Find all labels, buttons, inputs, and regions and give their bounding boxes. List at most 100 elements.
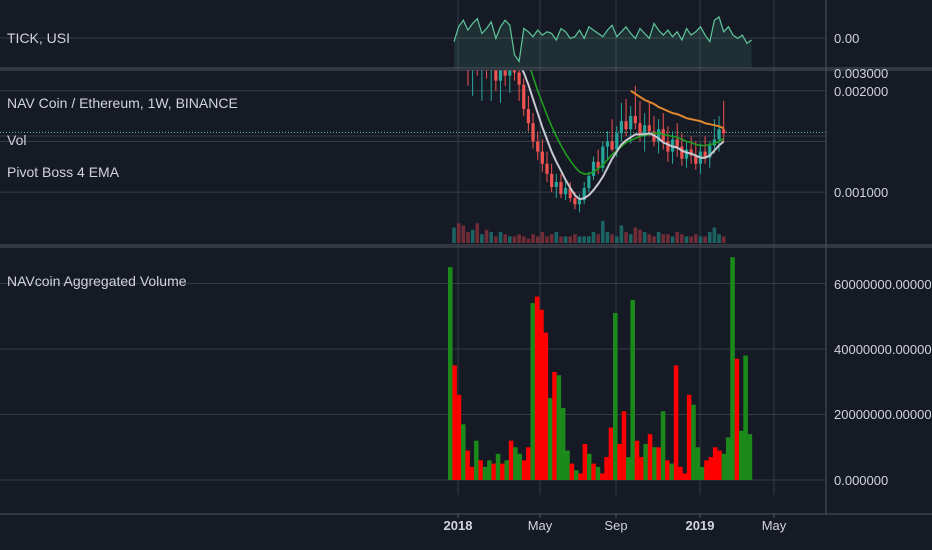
vol-bar	[452, 227, 456, 243]
aggregated-volume-bar	[448, 267, 453, 480]
candle-body	[550, 173, 554, 188]
vol-bar	[587, 236, 591, 243]
vol-bar	[647, 234, 652, 243]
tick-area-fill	[454, 16, 752, 68]
vol-bar	[652, 236, 656, 243]
vol-bar	[461, 225, 466, 243]
aggregated-volume-bar	[539, 309, 544, 480]
price-axis-label: 0.002000	[834, 84, 888, 99]
vol-bar	[512, 236, 517, 243]
candle-body	[610, 141, 614, 150]
indicator-ema-label[interactable]: Pivot Boss 4 EMA	[7, 164, 119, 180]
vol-bar	[684, 236, 689, 243]
aggregated-volume-bar	[500, 463, 505, 480]
candle-body	[619, 121, 623, 134]
aggregated-volume-bar	[465, 450, 470, 480]
indicator-vol-label[interactable]: Vol	[7, 132, 26, 148]
candle-body	[675, 139, 679, 147]
candle-body	[577, 200, 582, 205]
vol-bar	[494, 236, 498, 243]
aggregated-volume-bar	[569, 463, 575, 480]
candle-body	[452, 0, 455, 15]
aggregated-volume-bar	[573, 470, 579, 480]
vol-bar	[601, 221, 605, 243]
aggregated-volume-bar	[604, 457, 609, 480]
aggregated-volume-bar	[578, 473, 583, 480]
aggregated-volume-bar	[508, 440, 514, 480]
candle-body	[629, 116, 633, 130]
aggregated-volume-bar	[591, 463, 596, 480]
vol-bar	[484, 229, 489, 243]
candle-body	[680, 146, 684, 159]
time-axis-label: 2019	[686, 518, 715, 533]
vol-bar	[628, 234, 633, 243]
tick-pane-title: TICK, USI	[7, 30, 71, 46]
aggregated-volume-bar	[738, 430, 744, 480]
aggregated-volume-bar	[669, 463, 675, 480]
vol-bar	[573, 234, 577, 243]
candle-body	[531, 123, 535, 142]
vol-bar	[670, 236, 675, 243]
vol-bar	[680, 234, 684, 243]
aggregated-volume-bar	[521, 460, 527, 480]
aggregated-volume-bar	[600, 473, 605, 480]
vol-bar	[591, 232, 596, 243]
candle-body	[647, 125, 651, 132]
vol-bar	[517, 234, 521, 243]
aggregated-volume-bar	[487, 460, 492, 480]
aggregated-volume-bar	[656, 447, 661, 480]
aggregated-volume-bar	[704, 460, 709, 480]
aggregated-volume-bar	[734, 358, 740, 480]
aggregated-volume-bar	[626, 457, 631, 480]
time-axis-label: May	[762, 518, 787, 533]
vol-bar	[582, 236, 586, 243]
aggregated-volume-bar	[547, 398, 553, 480]
vol-bar	[717, 234, 721, 243]
candle-body	[522, 84, 526, 110]
vol-bar	[633, 227, 638, 243]
candle-body	[587, 175, 591, 189]
candle-body	[564, 188, 568, 195]
aggregated-volume-bar	[699, 466, 705, 480]
aggregated-volume-bar	[721, 453, 727, 480]
aggregated-volume-bar	[595, 466, 601, 480]
aggregated-volume-bar	[630, 299, 635, 480]
candle-body	[717, 129, 721, 140]
vol-bar	[568, 236, 573, 243]
aggregated-volume-bar	[504, 460, 509, 480]
time-axis[interactable]: 2018 May Sep 2019 May	[444, 514, 787, 533]
aggregated-volume-bar	[586, 453, 592, 480]
vol-bar	[610, 234, 614, 243]
aggregated-volume-bar	[474, 440, 479, 480]
vol-bar	[498, 232, 503, 243]
vol-bar	[619, 225, 624, 243]
vol-bar	[605, 232, 610, 243]
pane-separators[interactable]	[0, 0, 932, 515]
candle-body	[722, 129, 726, 134]
candle-body	[573, 198, 577, 205]
aggregated-volume-bar	[617, 443, 622, 480]
aggregated-volume-bar	[712, 447, 718, 480]
price-axis[interactable]: 0.00 0.001000 0.002000 0.003000 0.000000 2000…	[834, 31, 932, 488]
main-pane-title: NAV Coin / Ethereum, 1W, BINANCE	[7, 95, 238, 111]
aggregated-volume-bar	[491, 463, 496, 480]
price-axis-label: 0.003000	[834, 66, 888, 81]
aggregated-volume-bar	[660, 411, 666, 480]
aggregated-volume-bar	[647, 434, 653, 480]
vol-bar	[549, 234, 554, 243]
aggregated-volume-bar	[534, 296, 540, 480]
aggregated-volume-bar	[725, 437, 731, 480]
candle-body	[624, 121, 628, 130]
vol-bar	[689, 236, 693, 243]
candle-body	[605, 141, 610, 147]
aggregated-volume-bar	[691, 404, 696, 480]
vol-bar	[563, 236, 568, 243]
vol-bar	[694, 234, 698, 243]
vol-bar	[721, 236, 726, 243]
aggregated-volume-bar	[478, 460, 483, 480]
vol-bar	[521, 236, 526, 243]
candle-body	[540, 151, 544, 164]
volume-axis-label: 40000000.000000	[834, 342, 932, 357]
candle-body	[633, 116, 637, 124]
aggregated-volume-bar	[717, 450, 722, 480]
